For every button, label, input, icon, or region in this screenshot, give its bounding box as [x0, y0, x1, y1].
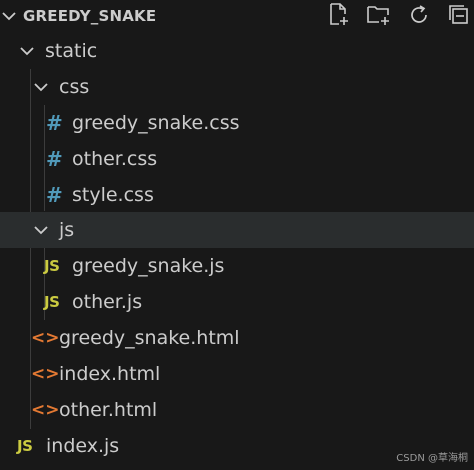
tree-file-greedy-snake-js[interactable]: JS greedy_snake.js — [0, 248, 474, 284]
tree-item-label: other.css — [72, 148, 158, 170]
js-file-icon: JS — [44, 293, 60, 311]
js-file-icon: JS — [44, 257, 60, 275]
chevron-down-icon — [34, 226, 48, 235]
new-folder-icon[interactable] — [366, 1, 392, 29]
css-file-icon: # — [46, 147, 63, 171]
html-file-icon: <> — [31, 328, 60, 348]
watermark: CSDN @草海桐 — [396, 453, 468, 464]
tree-file-greedy-snake-css[interactable]: # greedy_snake.css — [0, 105, 474, 141]
tree-file-other-css[interactable]: # other.css — [0, 141, 474, 177]
tree-folder-css[interactable]: css — [0, 69, 474, 105]
css-file-icon: # — [46, 183, 63, 207]
tree-folder-js[interactable]: js — [0, 212, 474, 248]
explorer-actions — [326, 1, 472, 29]
tree-item-label: css — [59, 76, 90, 98]
new-file-icon[interactable] — [326, 1, 352, 29]
tree-item-label: other.html — [59, 399, 158, 421]
tree-item-label: static — [45, 40, 98, 62]
tree-file-other-html[interactable]: <> other.html — [0, 392, 474, 428]
chevron-down-icon — [34, 83, 48, 92]
tree-item-label: greedy_snake.js — [72, 255, 225, 277]
css-file-icon: # — [46, 111, 63, 135]
tree-item-label: greedy_snake.css — [72, 112, 240, 134]
html-file-icon: <> — [31, 400, 60, 420]
tree-file-other-js[interactable]: JS other.js — [0, 284, 474, 320]
chevron-down-icon[interactable] — [0, 7, 18, 25]
tree-item-label: index.js — [46, 435, 120, 457]
tree-item-label: style.css — [72, 184, 154, 206]
explorer-header[interactable]: GREEDY_SNAKE — [0, 0, 474, 33]
tree-item-label: other.js — [72, 291, 143, 313]
html-file-icon: <> — [31, 364, 60, 384]
tree-item-label: js — [59, 219, 75, 241]
workspace-title: GREEDY_SNAKE — [23, 7, 157, 25]
tree-file-index-html[interactable]: <> index.html — [0, 356, 474, 392]
tree-item-label: index.html — [59, 363, 161, 385]
tree-file-greedy-snake-html[interactable]: <> greedy_snake.html — [0, 320, 474, 356]
explorer-panel: GREEDY_SNAKE static css # greedy_snake.c… — [0, 0, 474, 470]
refresh-icon[interactable] — [406, 1, 432, 29]
tree-item-label: greedy_snake.html — [59, 327, 240, 349]
tree-file-style-css[interactable]: # style.css — [0, 177, 474, 213]
collapse-all-icon[interactable] — [446, 1, 472, 29]
tree-folder-static[interactable]: static — [0, 33, 474, 69]
js-file-icon: JS — [17, 437, 33, 455]
chevron-down-icon — [20, 47, 34, 56]
